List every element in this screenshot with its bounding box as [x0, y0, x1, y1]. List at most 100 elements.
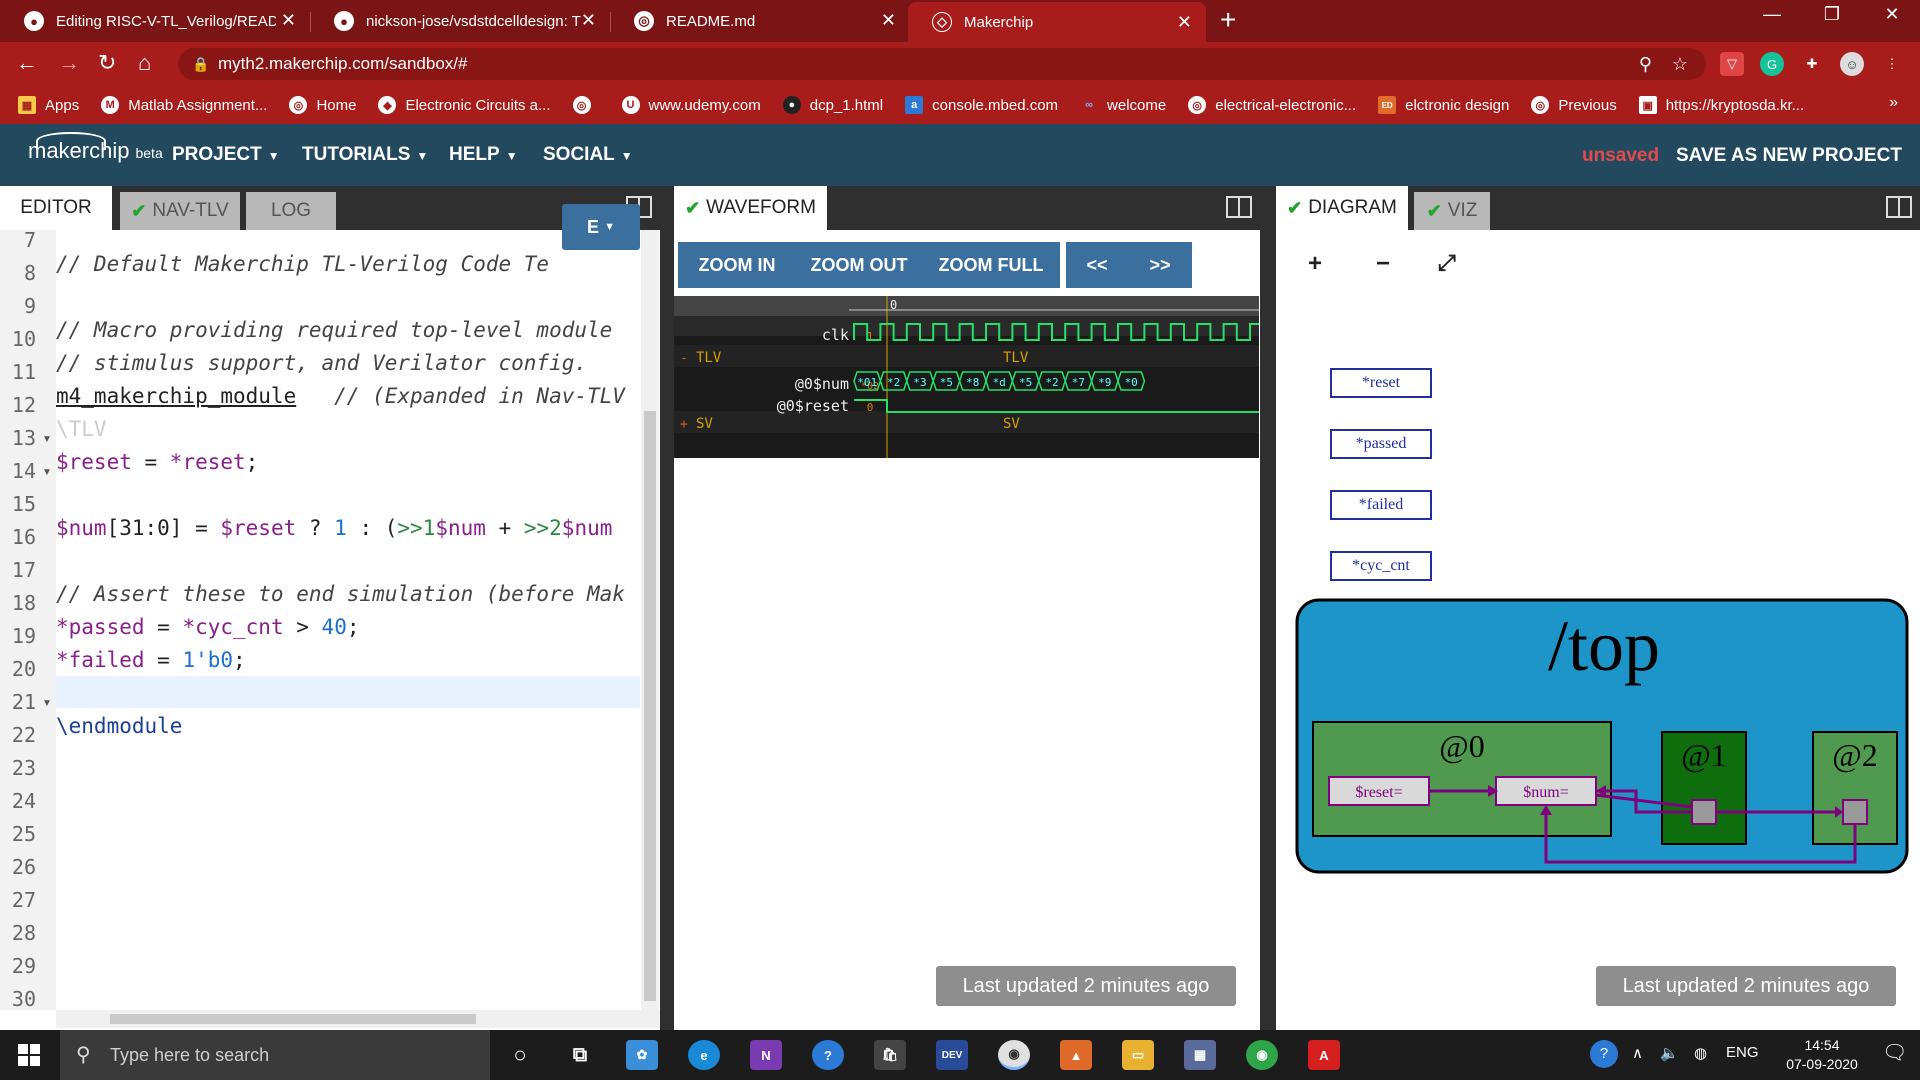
menu-kebab-icon[interactable]: ⋮: [1880, 52, 1904, 76]
fold-toggle-icon[interactable]: ▼: [42, 698, 52, 709]
zoom-out-icon[interactable]: −: [1376, 250, 1390, 278]
chrome-icon[interactable]: ◉: [998, 1040, 1030, 1070]
network-icon[interactable]: ◍: [1694, 1044, 1707, 1062]
tab-editor[interactable]: EDITOR: [0, 186, 112, 230]
bookmarks-overflow-icon[interactable]: »: [1889, 94, 1898, 112]
bookmark-electronic-circuits[interactable]: ◆ Electronic Circuits a...: [378, 96, 551, 114]
tab-nav-tlv[interactable]: ✔ NAV-TLV: [120, 192, 240, 230]
signal-box-passed[interactable]: *passed: [1330, 429, 1432, 459]
close-tab-icon[interactable]: ✕: [281, 10, 296, 31]
bookmark-mbed[interactable]: a console.mbed.com: [905, 96, 1058, 114]
scroll-right-button[interactable]: >>: [1128, 242, 1192, 288]
language-indicator[interactable]: ENG: [1726, 1044, 1759, 1061]
chrome-profile-icon[interactable]: ◉: [1246, 1040, 1278, 1070]
help-tray-icon[interactable]: ?: [1590, 1040, 1618, 1068]
code-line-8[interactable]: // Default Makerchip TL-Verilog Code Te: [56, 252, 549, 276]
matlab-icon[interactable]: ▲: [1060, 1040, 1092, 1070]
code-line-19[interactable]: *passed = *cyc_cnt > 40;: [56, 615, 360, 639]
bookmark-welcome[interactable]: ∞ welcome: [1080, 96, 1166, 114]
fold-toggle-icon[interactable]: ▼: [42, 467, 52, 478]
avatar[interactable]: ☺: [1840, 52, 1864, 76]
pocket-icon[interactable]: ▽: [1720, 52, 1744, 76]
tab-log[interactable]: LOG: [246, 192, 336, 230]
onenote-icon[interactable]: N: [750, 1040, 782, 1070]
pipeline-diagram[interactable]: /top @0 @1 @2 $reset= $num=: [1276, 592, 1920, 892]
close-tab-icon[interactable]: ✕: [881, 10, 896, 31]
fit-to-screen-icon[interactable]: ⤢: [1438, 250, 1456, 276]
scroll-left-button[interactable]: <<: [1066, 242, 1128, 288]
signal-clk-label[interactable]: clk: [822, 326, 849, 344]
restore-icon[interactable]: ❐: [1812, 4, 1852, 25]
store-icon[interactable]: 🛍: [874, 1040, 906, 1070]
signal-box-reset[interactable]: *reset: [1330, 368, 1432, 398]
waveform-viewer[interactable]: 0 clk 1 - TLV TLV @0$num *02 @0$reset 0 …: [674, 296, 1259, 458]
close-tab-icon[interactable]: ✕: [581, 10, 596, 31]
signal-num-label[interactable]: @0$num: [795, 375, 849, 393]
extensions-icon[interactable]: ✚: [1800, 52, 1824, 76]
devcpp-icon[interactable]: DEV: [936, 1040, 968, 1070]
volume-icon[interactable]: 🔈: [1660, 1044, 1679, 1062]
bookmark-matlab[interactable]: M Matlab Assignment...: [101, 96, 267, 114]
makerchip-logo[interactable]: makerchip beta: [28, 138, 163, 164]
save-as-new-project-button[interactable]: SAVE AS NEW PROJECT: [1676, 145, 1902, 167]
bookmark-dcp[interactable]: ● dcp_1.html: [782, 96, 883, 114]
close-window-icon[interactable]: ✕: [1872, 4, 1912, 25]
taskbar-clock[interactable]: 14:54 07-09-2020: [1782, 1036, 1862, 1074]
chevron-up-icon[interactable]: ∧: [1632, 1044, 1643, 1062]
file-explorer-icon[interactable]: ▭: [1122, 1040, 1154, 1070]
notifications-icon[interactable]: 🗨: [1882, 1040, 1907, 1065]
paint-icon[interactable]: ✿: [626, 1040, 658, 1070]
split-panel-icon[interactable]: [1886, 196, 1912, 218]
bookmark-udemy[interactable]: Uwww.udemy.com: [621, 96, 761, 114]
panel-divider[interactable]: [660, 186, 674, 1030]
editor-vertical-scroll-thumb[interactable]: [644, 411, 656, 1001]
scope-tlv-label[interactable]: TLV: [696, 350, 722, 366]
forward-icon[interactable]: →: [58, 50, 80, 76]
cortana-icon[interactable]: ○: [504, 1040, 536, 1070]
bookmark-apps[interactable]: ▦ Apps: [18, 96, 79, 114]
task-view-icon[interactable]: ⧉: [564, 1040, 596, 1070]
windows-start-icon[interactable]: [18, 1044, 40, 1066]
signal-box-cyc-cnt[interactable]: *cyc_cnt: [1330, 551, 1432, 581]
code-line-11[interactable]: // stimulus support, and Verilator confi…: [56, 351, 587, 375]
code-line-10[interactable]: // Macro providing required top-level mo…: [56, 318, 612, 342]
zoom-out-button[interactable]: ZOOM OUT: [796, 242, 922, 288]
edge-icon[interactable]: e: [688, 1040, 720, 1070]
editor-horizontal-scroll-thumb[interactable]: [110, 1014, 476, 1024]
browser-tab-makerchip[interactable]: ◇ Makerchip ✕: [908, 2, 1206, 42]
bookmark-home[interactable]: ◎ Home: [289, 96, 356, 114]
taskbar-search-input[interactable]: ⚲ Type here to search: [60, 1030, 490, 1080]
reload-icon[interactable]: ↻: [98, 50, 116, 76]
help-icon[interactable]: ?: [812, 1040, 844, 1070]
acrobat-icon[interactable]: A: [1308, 1040, 1340, 1070]
editor-view-dropdown[interactable]: E ▼: [562, 204, 640, 250]
code-line-18[interactable]: // Assert these to end simulation (befor…: [56, 582, 625, 606]
code-line-22[interactable]: \endmodule: [56, 714, 182, 738]
minimize-icon[interactable]: —: [1752, 4, 1792, 25]
collapse-icon[interactable]: -: [680, 351, 688, 366]
tab-diagram[interactable]: ✔ DIAGRAM: [1276, 186, 1408, 230]
calculator-icon[interactable]: ▦: [1184, 1040, 1216, 1070]
bookmark-elctronic-design[interactable]: ED elctronic design: [1378, 96, 1509, 114]
panel-divider[interactable]: [1260, 186, 1276, 1030]
code-line-20[interactable]: *failed = 1'b0;: [56, 648, 246, 672]
menu-social[interactable]: SOCIAL ▼: [543, 144, 633, 166]
zoom-full-button[interactable]: ZOOM FULL: [922, 242, 1060, 288]
bookmark-previous[interactable]: ◎ Previous: [1531, 96, 1617, 114]
home-icon[interactable]: ⌂: [138, 50, 151, 76]
grammarly-icon[interactable]: G: [1760, 52, 1784, 76]
menu-tutorials[interactable]: TUTORIALS ▼: [302, 144, 428, 166]
back-icon[interactable]: ←: [16, 50, 38, 76]
code-line-14[interactable]: $reset = *reset;: [56, 450, 258, 474]
new-tab-button[interactable]: +: [1220, 4, 1236, 36]
tab-viz[interactable]: ✔ VIZ: [1414, 192, 1490, 230]
menu-project[interactable]: PROJECT ▼: [172, 144, 280, 166]
signal-reset-label[interactable]: @0$reset: [777, 397, 849, 415]
menu-help[interactable]: HELP ▼: [449, 144, 518, 166]
expand-icon[interactable]: +: [680, 417, 688, 432]
close-tab-icon[interactable]: ✕: [1177, 12, 1192, 33]
code-line-13[interactable]: \TLV: [56, 417, 107, 441]
star-icon[interactable]: ☆: [1672, 48, 1688, 80]
url-field[interactable]: 🔒 myth2.makerchip.com/sandbox/# ⚲ ☆: [178, 48, 1706, 80]
bookmark-globe[interactable]: ◎: [572, 96, 600, 114]
